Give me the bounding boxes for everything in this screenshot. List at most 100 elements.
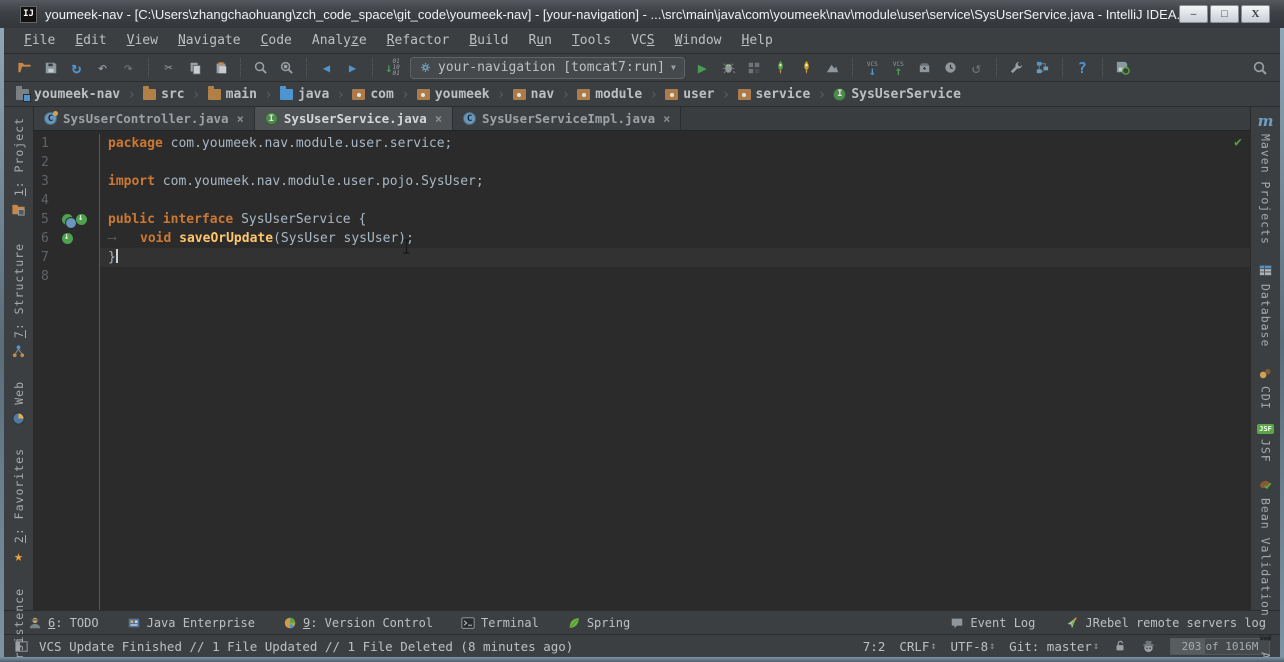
save-all-button[interactable]: [38, 56, 63, 80]
breadcrumb-item[interactable]: ISysUserService: [831, 87, 963, 102]
editor-tab-sysuserservice[interactable]: I SysUserService.java ×: [255, 107, 453, 130]
redo-button[interactable]: ↷: [116, 56, 141, 80]
code-line[interactable]: [100, 153, 1250, 172]
menu-item-run[interactable]: Run: [518, 30, 561, 51]
undo-button[interactable]: ↶: [90, 56, 115, 80]
implement-gutter-icon[interactable]: [62, 233, 73, 244]
update-project-button[interactable]: VCS ↓: [860, 56, 885, 80]
breadcrumb-item[interactable]: user: [663, 87, 716, 102]
tool-button-project[interactable]: 1: Project: [11, 117, 27, 217]
menu-item-analyze[interactable]: Analyze: [302, 30, 377, 51]
paste-button[interactable]: [208, 56, 233, 80]
breadcrumb-item[interactable]: com: [350, 87, 395, 102]
tool-button-cdi[interactable]: CDI: [1258, 365, 1274, 410]
git-branch-widget[interactable]: Git: master↕: [1009, 639, 1099, 654]
cut-button[interactable]: ✂: [156, 56, 181, 80]
unlock-icon[interactable]: [1113, 639, 1127, 653]
close-tab-icon[interactable]: ×: [435, 112, 442, 126]
editor-gutter[interactable]: 12345678: [34, 134, 100, 610]
gutter-line[interactable]: 2: [34, 153, 99, 172]
code-line[interactable]: [100, 267, 1250, 286]
breadcrumb-item[interactable]: youmeek: [415, 87, 492, 102]
menu-item-view[interactable]: View: [117, 30, 168, 51]
menu-item-build[interactable]: Build: [459, 30, 518, 51]
coverage-button[interactable]: [742, 56, 767, 80]
menu-item-vcs[interactable]: VCS: [621, 30, 664, 51]
gutter-line[interactable]: 5: [34, 210, 99, 229]
settings-button[interactable]: [1004, 56, 1029, 80]
menu-item-help[interactable]: Help: [732, 30, 783, 51]
help-button[interactable]: ?: [1070, 56, 1095, 80]
caret-position-widget[interactable]: 7:2: [863, 639, 886, 654]
breadcrumb-item[interactable]: youmeek-nav: [14, 87, 122, 102]
gutter-line[interactable]: 7: [34, 248, 99, 267]
tool-button-database[interactable]: Database: [1258, 263, 1274, 347]
code-line[interactable]: ⟶void saveOrUpdate(SysUser sysUser);: [100, 229, 1250, 248]
breadcrumb-item[interactable]: nav: [511, 87, 556, 102]
code-line[interactable]: [100, 191, 1250, 210]
menu-item-code[interactable]: Code: [251, 30, 302, 51]
commit-changes-button[interactable]: VCS ↑: [886, 56, 911, 80]
gutter-line[interactable]: 6: [34, 229, 99, 248]
maximize-button[interactable]: □: [1210, 5, 1239, 23]
open-project-button[interactable]: [12, 56, 37, 80]
tool-button-structure[interactable]: 7: Structure: [11, 243, 27, 359]
debug-with-jrebel-button[interactable]: [794, 56, 819, 80]
rollback-button[interactable]: ↺: [964, 56, 989, 80]
synchronize-button[interactable]: ↻: [64, 56, 89, 80]
tool-button-web[interactable]: Web: [11, 381, 27, 426]
line-ending-widget[interactable]: CRLF↕: [899, 639, 936, 654]
tool-button-version-control[interactable]: 9: Version Control: [283, 616, 433, 630]
breadcrumb-item[interactable]: java: [278, 87, 331, 102]
profile-button[interactable]: [820, 56, 845, 80]
close-tab-icon[interactable]: ×: [663, 112, 670, 126]
memory-indicator[interactable]: 203of 1016M: [1170, 638, 1270, 655]
editor-tab-sysuserserviceimpl[interactable]: C SysUserServiceImpl.java ×: [453, 107, 681, 130]
run-config-selector[interactable]: your-navigation [tomcat7:run] ▼: [410, 57, 685, 79]
shelve-button[interactable]: [912, 56, 937, 80]
hector-inspections-icon[interactable]: [1141, 639, 1156, 654]
bytecode-viewer-button[interactable]: ↓ 011001: [380, 56, 405, 80]
inspection-ok-icon[interactable]: ✔: [1234, 135, 1242, 150]
tool-button-jsf[interactable]: JSF JSF: [1257, 424, 1274, 463]
jrebel-sync-button[interactable]: [1110, 56, 1135, 80]
gutter-line[interactable]: 8: [34, 267, 99, 286]
breadcrumb-item[interactable]: src: [141, 87, 186, 102]
replace-button[interactable]: [274, 56, 299, 80]
run-with-jrebel-button[interactable]: [768, 56, 793, 80]
menu-item-navigate[interactable]: Navigate: [168, 30, 251, 51]
copy-button[interactable]: [182, 56, 207, 80]
tool-button-bean-validation[interactable]: Bean Validation: [1258, 477, 1274, 617]
gutter-line[interactable]: 4: [34, 191, 99, 210]
gutter-line[interactable]: 1: [34, 134, 99, 153]
minimize-button[interactable]: –: [1179, 5, 1208, 23]
code-line[interactable]: }: [100, 248, 1250, 267]
breadcrumb-item[interactable]: main: [206, 87, 259, 102]
event-log-button[interactable]: Event Log: [950, 616, 1035, 630]
code-line[interactable]: public interface SysUserService {: [100, 210, 1250, 229]
menu-item-tools[interactable]: Tools: [562, 30, 621, 51]
project-structure-button[interactable]: [1030, 56, 1055, 80]
search-everywhere-button[interactable]: [1247, 56, 1272, 80]
menu-item-refactor[interactable]: Refactor: [377, 30, 460, 51]
tool-button-maven-projects[interactable]: m Maven Projects: [1258, 113, 1274, 245]
tool-button-terminal[interactable]: Terminal: [461, 616, 539, 630]
menu-item-edit[interactable]: Edit: [65, 30, 116, 51]
close-tab-icon[interactable]: ×: [237, 112, 244, 126]
implement-gutter-icon[interactable]: [76, 214, 87, 225]
local-history-button[interactable]: [938, 56, 963, 80]
editor-tab-sysusercontroller[interactable]: C SysUserController.java ×: [34, 107, 255, 130]
menu-item-file[interactable]: File: [14, 30, 65, 51]
tool-button-persistence[interactable]: Persistence: [11, 588, 27, 662]
close-button[interactable]: X: [1241, 5, 1270, 23]
code-line[interactable]: package com.youmeek.nav.module.user.serv…: [100, 134, 1250, 153]
gutter-line[interactable]: 3: [34, 172, 99, 191]
encoding-widget[interactable]: UTF-8↕: [951, 639, 996, 654]
tool-button-todo[interactable]: 6: TODO: [28, 616, 99, 630]
breadcrumb-item[interactable]: service: [736, 87, 813, 102]
run-button[interactable]: ▶: [690, 56, 715, 80]
tool-button-spring[interactable]: Spring: [567, 616, 630, 630]
back-button[interactable]: ◀: [314, 56, 339, 80]
code-column[interactable]: package com.youmeek.nav.module.user.serv…: [100, 134, 1250, 610]
code-line[interactable]: import com.youmeek.nav.module.user.pojo.…: [100, 172, 1250, 191]
